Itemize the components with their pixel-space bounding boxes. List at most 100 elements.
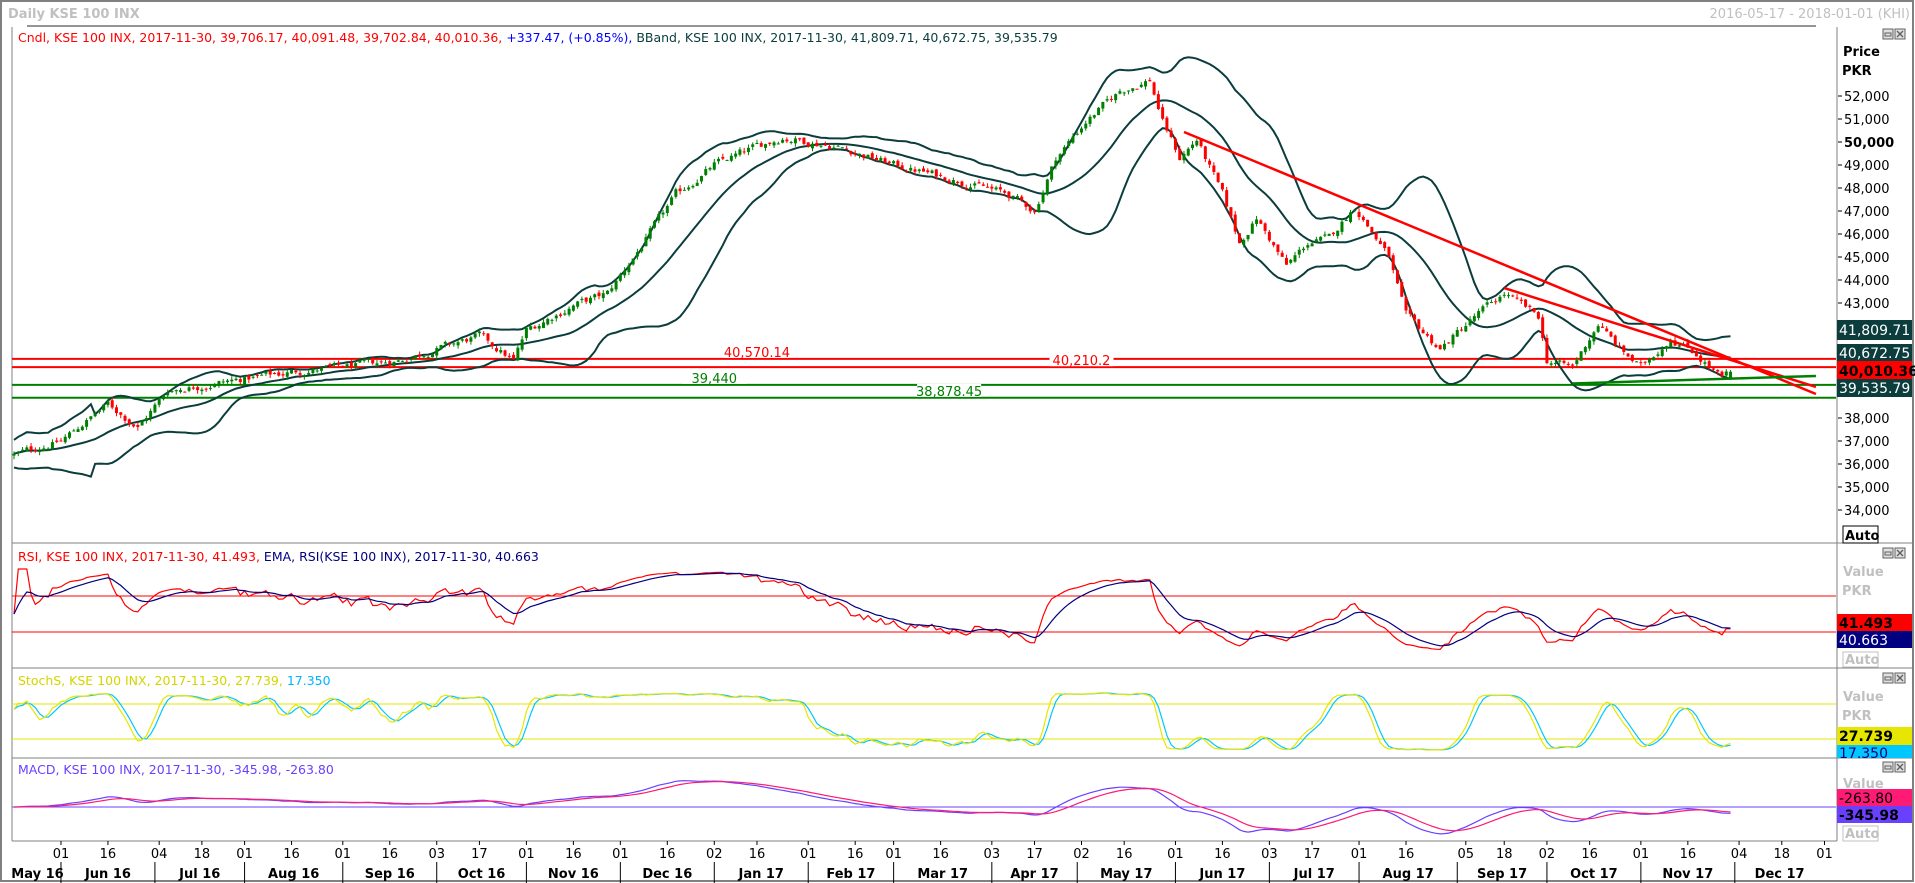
candle[interactable] (1536, 311, 1540, 320)
day-tick-label: 17 (1304, 847, 1321, 862)
close-panel-button[interactable] (1894, 761, 1906, 773)
day-tick-label: 18 (1774, 847, 1791, 862)
candle-body (1126, 90, 1130, 92)
restore-panel-button[interactable] (1882, 672, 1894, 684)
candle-body (144, 418, 148, 422)
month-label: Sep 16 (365, 867, 415, 882)
rsi-axis-unit: PKR (1842, 584, 1872, 599)
candle[interactable] (1327, 233, 1331, 237)
candle-body (1477, 311, 1481, 318)
candle-body (1357, 211, 1361, 217)
candle[interactable] (1097, 107, 1101, 116)
candle-body (939, 174, 943, 176)
candle[interactable] (1237, 233, 1241, 244)
candle[interactable] (430, 353, 434, 358)
candle-body (486, 333, 490, 341)
candle-body (593, 294, 597, 298)
candle-body (1173, 138, 1177, 150)
candle-body (1711, 368, 1715, 370)
candle[interactable] (1690, 348, 1694, 354)
candle-body (729, 155, 733, 161)
candle[interactable] (1366, 219, 1370, 228)
restore-panel-button[interactable] (1882, 547, 1894, 559)
candle-body (1378, 240, 1382, 245)
candle-body (1297, 249, 1301, 255)
candle-body (1067, 140, 1071, 147)
candle[interactable] (290, 369, 294, 374)
candle-body (204, 388, 208, 390)
close-panel-button[interactable] (1894, 28, 1906, 40)
restore-panel-button[interactable] (1882, 28, 1894, 40)
candle[interactable] (1370, 226, 1374, 234)
day-tick-label: 16 (1680, 847, 1697, 862)
candle[interactable] (1438, 344, 1442, 350)
candle[interactable] (1387, 246, 1391, 258)
candle-body (1558, 360, 1562, 362)
candle-body (50, 442, 54, 449)
candle[interactable] (1216, 172, 1220, 183)
candle-body (631, 258, 635, 265)
candle-body (1677, 345, 1681, 347)
candle[interactable] (1524, 299, 1528, 308)
candle-body (1447, 342, 1451, 344)
candle[interactable] (1050, 166, 1054, 182)
candle[interactable] (866, 154, 870, 159)
candle[interactable] (1541, 314, 1545, 341)
candle-body (541, 322, 545, 329)
candle[interactable] (1045, 178, 1049, 196)
candle[interactable] (516, 345, 520, 362)
candle-body (1532, 307, 1536, 312)
candle-body (281, 374, 285, 376)
horizontal-line-label: 39,440 (692, 372, 738, 387)
candle[interactable] (1609, 330, 1613, 338)
candle-body (1472, 316, 1476, 322)
candle-body (1062, 147, 1066, 155)
candle-body (943, 177, 947, 181)
candle[interactable] (840, 147, 844, 149)
candle-body (272, 372, 276, 374)
candle-body (1246, 234, 1250, 240)
candle[interactable] (1545, 334, 1549, 365)
candle-body (153, 404, 157, 413)
candle[interactable] (943, 176, 947, 182)
macd-legend: MACD, KSE 100 INX, 2017-11-30, -345.98, … (18, 762, 334, 777)
candle-body (200, 389, 204, 392)
candle-body (132, 424, 136, 427)
close-panel-button[interactable] (1894, 672, 1906, 684)
restore-panel-button[interactable] (1882, 761, 1894, 773)
price-tick-label: 44,000 (1844, 274, 1890, 289)
candle-body (1434, 344, 1438, 348)
candle-body (1314, 239, 1318, 242)
candle[interactable] (606, 290, 610, 295)
candle-body (1404, 297, 1408, 311)
candle[interactable] (1165, 116, 1169, 133)
close-panel-button[interactable] (1894, 547, 1906, 559)
candle[interactable] (802, 137, 806, 145)
macd-value: -345.98 (1837, 806, 1912, 824)
close-price-value: 40,010.36 (1837, 361, 1915, 380)
candle-body (268, 370, 272, 375)
svg-text:39,535.79: 39,535.79 (1839, 381, 1910, 397)
candle[interactable] (392, 361, 396, 367)
day-tick-label: 02 (1073, 847, 1090, 862)
candle-body (1716, 369, 1720, 372)
candle-body (657, 213, 661, 221)
candle[interactable] (1395, 269, 1399, 284)
candle[interactable] (653, 219, 656, 229)
candle-body (640, 248, 644, 252)
price-tick-label: 52,000 (1844, 90, 1890, 105)
day-tick-label: 17 (1026, 847, 1043, 862)
candle[interactable] (1417, 318, 1421, 331)
day-tick-label: 16 (749, 847, 766, 862)
day-tick-label: 18 (194, 847, 211, 862)
candle[interactable] (413, 355, 417, 360)
candle-body (341, 365, 345, 368)
candle-body (1178, 148, 1182, 161)
candle[interactable] (1579, 351, 1583, 361)
candle-body (1237, 233, 1241, 244)
month-label: Sep 17 (1477, 867, 1527, 882)
candle-body (119, 412, 123, 415)
candle[interactable] (1152, 81, 1156, 96)
candle-body (712, 162, 716, 170)
candle-body (567, 308, 571, 315)
